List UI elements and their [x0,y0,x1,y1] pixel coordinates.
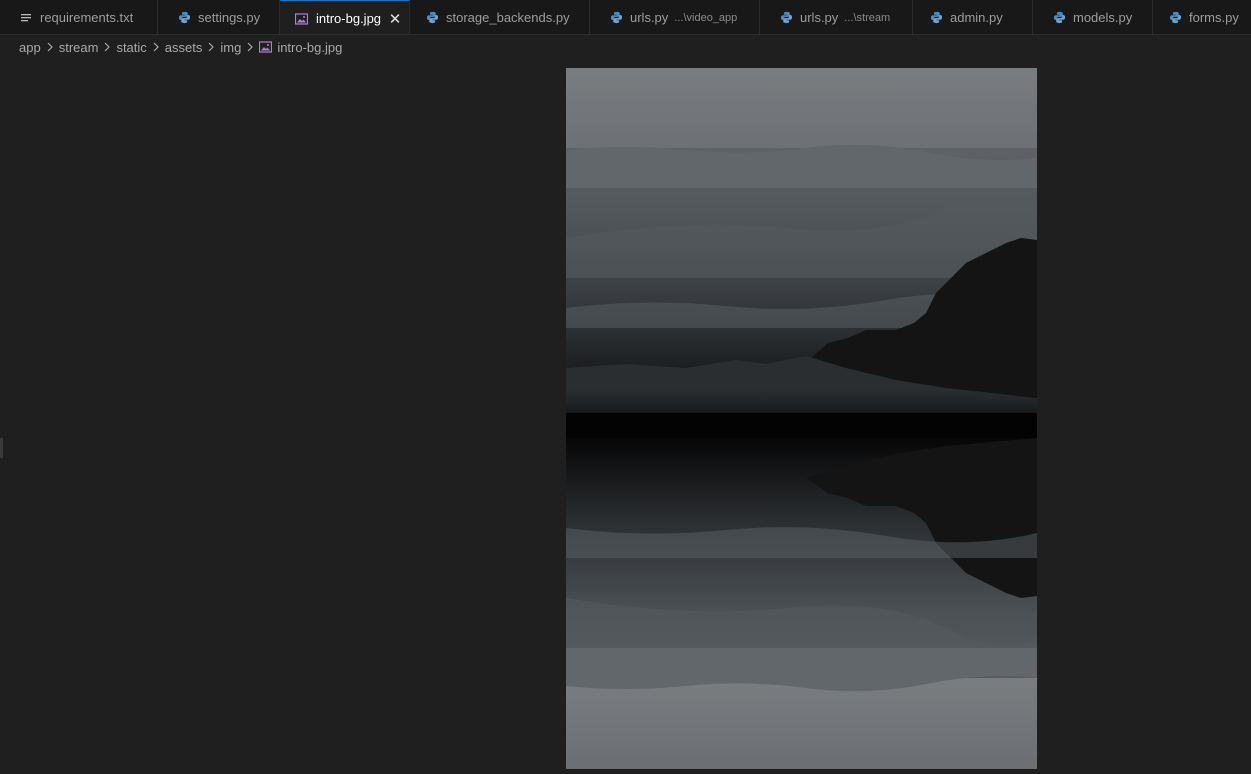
breadcrumb-item-static[interactable]: static [116,40,146,55]
tab-requirements-txt[interactable]: requirements.txt [0,0,158,34]
breadcrumb-item-assets[interactable]: assets [165,40,203,55]
tab-description: ...\video_app [674,11,738,24]
python-icon [1167,10,1183,26]
chevron-right-icon [152,42,160,52]
text-file-icon [18,10,34,26]
tab-label: storage_backends.py [446,10,570,25]
breadcrumb-file-label: intro-bg.jpg [277,39,343,55]
chevron-right-icon [207,42,215,52]
tab-label: intro-bg.jpg [315,11,382,26]
chevron-right-icon [46,42,54,52]
tab-label: forms.py [1189,10,1239,25]
breadcrumb-item-img[interactable]: img [220,40,241,55]
image-preview [566,68,1037,769]
chevron-right-icon [246,42,254,52]
python-icon [928,10,944,26]
tab-admin-py[interactable]: admin.py [913,0,1033,34]
breadcrumb-item-stream[interactable]: stream [59,40,99,55]
breadcrumb-item-app[interactable]: app [19,40,41,55]
breadcrumb: app stream static assets img intro-bg.jp… [0,36,1251,58]
tab-storage-backends-py[interactable]: storage_backends.py [410,0,590,34]
vscode-window: requirements.txt settings.py intro-bg.jp… [0,0,1251,774]
python-icon [176,10,192,26]
tab-description: ...\stream [844,11,891,24]
tab-models-py[interactable]: models.py [1033,0,1153,34]
chevron-right-icon [103,42,111,52]
tab-label: urls.py [800,10,839,25]
tab-intro-bg-jpg[interactable]: intro-bg.jpg ✕ [280,0,410,34]
tab-label: admin.py [950,10,1003,25]
tab-forms-py[interactable]: forms.py [1153,0,1251,34]
tab-settings-py[interactable]: settings.py [158,0,280,34]
tab-label: models.py [1073,10,1133,25]
python-icon [424,10,440,26]
image-file-icon [259,41,273,53]
python-icon [778,10,794,26]
editor-tab-bar: requirements.txt settings.py intro-bg.jp… [0,0,1251,35]
tab-label: settings.py [198,10,261,25]
close-icon[interactable]: ✕ [385,9,405,29]
tab-label: requirements.txt [40,10,134,25]
tab-urls-py-stream[interactable]: urls.py ...\stream [760,0,913,34]
breadcrumb-item-file[interactable]: intro-bg.jpg [259,40,342,55]
scroll-indicator [0,438,3,458]
tab-urls-py-video-app[interactable]: urls.py ...\video_app [590,0,760,34]
tab-label: urls.py [630,10,669,25]
python-icon [1051,10,1067,26]
python-icon [608,10,624,26]
image-editor-area [0,58,1251,774]
image-file-icon [294,11,310,27]
